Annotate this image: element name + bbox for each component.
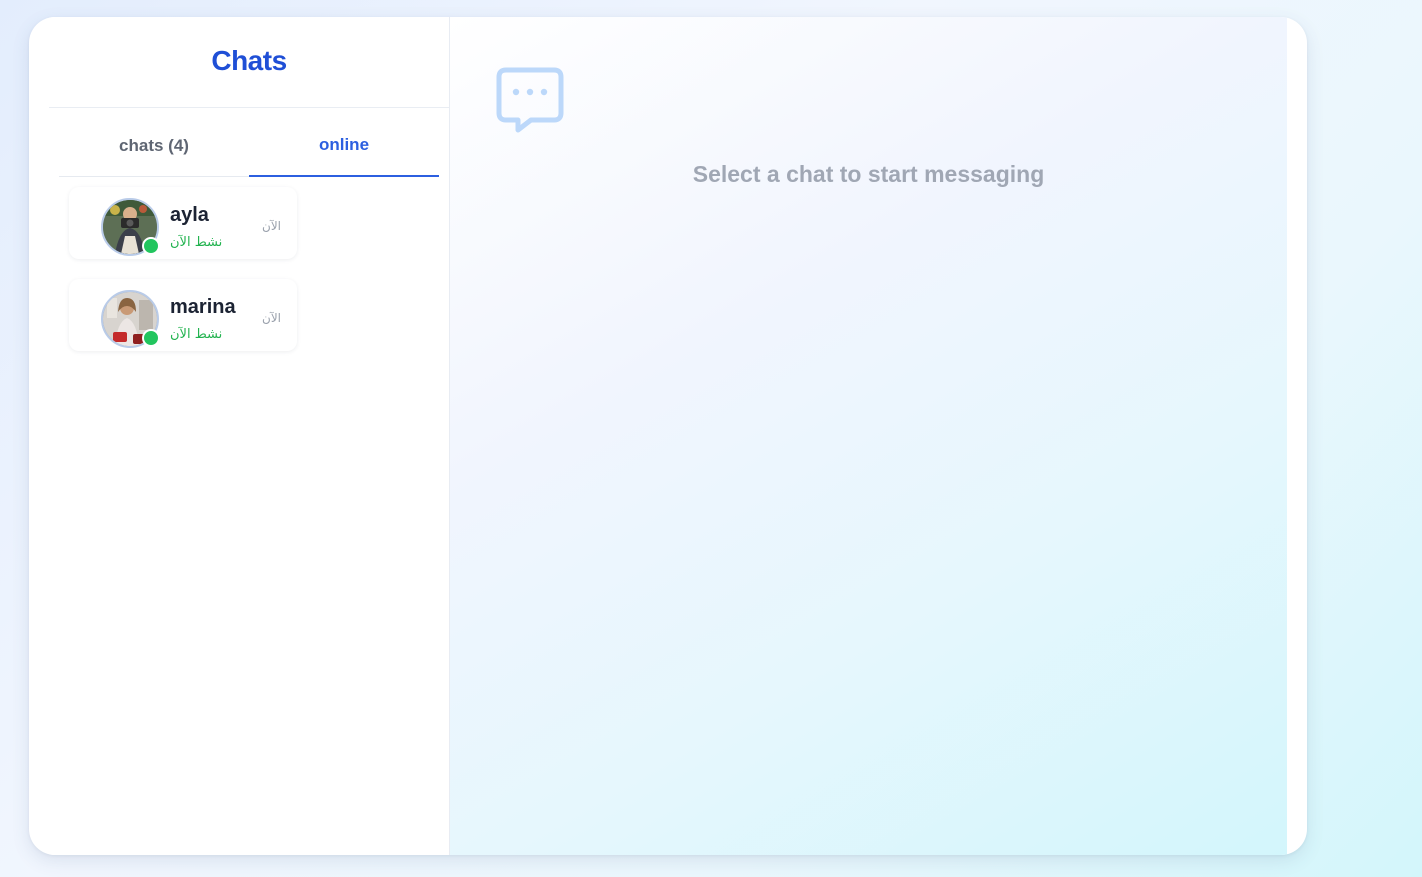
chat-item-ayla[interactable]: ayla نشط الآن الآن (69, 187, 297, 259)
chat-name: marina (170, 296, 236, 318)
chat-time: الآن (262, 311, 281, 325)
chat-name: ayla (170, 204, 209, 226)
chat-status: نشط الآن (170, 327, 223, 342)
chat-sidebar: Chats chats (4) online ayla نشط الآن الآ… (49, 17, 450, 855)
chat-list: ayla نشط الآن الآن marina نشط الآن الآن (49, 177, 449, 351)
chat-app-window: Chats chats (4) online ayla نشط الآن الآ… (29, 17, 1307, 855)
chat-item-marina[interactable]: marina نشط الآن الآن (69, 279, 297, 351)
avatar (101, 198, 160, 256)
avatar (101, 290, 160, 348)
tab-online[interactable]: online (249, 108, 439, 177)
conversation-panel: Select a chat to start messaging (450, 17, 1287, 855)
online-status-dot (142, 237, 160, 255)
sidebar-header: Chats (49, 17, 449, 108)
chat-status: نشط الآن (170, 235, 223, 250)
online-status-dot (142, 329, 160, 347)
chat-tabs: chats (4) online (59, 108, 439, 177)
chat-time: الآن (262, 219, 281, 233)
sidebar-title: Chats (211, 45, 287, 76)
empty-state-message: Select a chat to start messaging (692, 161, 1045, 187)
tab-chats[interactable]: chats (4) (59, 108, 249, 176)
chat-bubble-icon (496, 67, 564, 138)
